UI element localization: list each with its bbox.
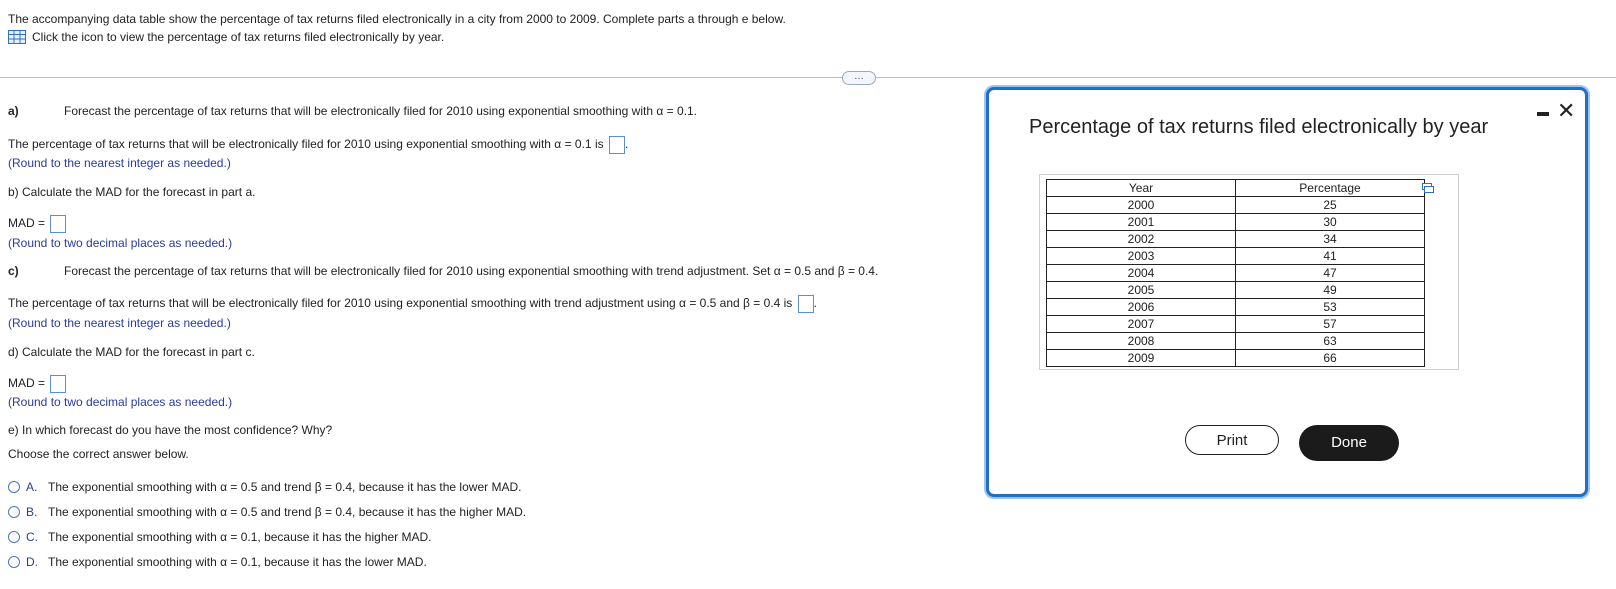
radio-button[interactable] (8, 556, 20, 568)
percentage-cell: 53 (1235, 298, 1425, 316)
year-cell: 2002 (1046, 230, 1236, 248)
option-text[interactable]: The exponential smoothing with α = 0.5 a… (48, 480, 521, 494)
expand-button[interactable]: … (842, 71, 876, 85)
option-letter: C. (26, 530, 38, 544)
part-e-prompt: e) In which forecast do you have the mos… (8, 423, 333, 437)
radio-button[interactable] (8, 531, 20, 543)
part-c-hint: (Round to the nearest integer as needed.… (8, 316, 231, 330)
percentage-cell: 41 (1235, 247, 1425, 265)
part-b-answer-row: MAD = (8, 215, 67, 233)
part-b-mad-input[interactable] (50, 215, 67, 233)
percentage-cell: 66 (1235, 349, 1425, 367)
intro-text: The accompanying data table show the per… (8, 12, 786, 26)
year-cell: 2008 (1046, 332, 1236, 350)
table-icon[interactable] (8, 30, 26, 44)
data-table-frame: Year Percentage 2000 25 2001 30 2002 34 200… (1039, 174, 1459, 370)
divider (0, 77, 1616, 78)
percentage-cell: 47 (1235, 264, 1425, 282)
year-cell: 2003 (1046, 247, 1236, 265)
part-c-answer-text: The percentage of tax returns that will … (8, 296, 793, 311)
percentage-cell: 25 (1235, 196, 1425, 214)
percentage-cell: 63 (1235, 332, 1425, 350)
percentage-cell: 34 (1235, 230, 1425, 248)
percentage-cell: 30 (1235, 213, 1425, 231)
part-d-answer-row: MAD = (8, 375, 67, 393)
option-a[interactable]: A. The exponential smoothing with α = 0.… (8, 480, 521, 494)
year-cell: 2006 (1046, 298, 1236, 316)
year-cell: 2001 (1046, 213, 1236, 231)
option-text[interactable]: The exponential smoothing with α = 0.5 a… (48, 505, 526, 519)
data-table-dialog: Percentage of tax returns filed electron… (986, 87, 1588, 497)
part-d-mad-input[interactable] (50, 375, 67, 393)
table-row: 2000 25 (1046, 196, 1425, 214)
year-cell: 2000 (1046, 196, 1236, 214)
done-button[interactable]: Done (1299, 425, 1399, 461)
year-cell: 2007 (1046, 315, 1236, 333)
part-a-answer-input[interactable] (608, 136, 625, 154)
option-b[interactable]: B. The exponential smoothing with α = 0.… (8, 505, 526, 519)
year-cell: 2005 (1046, 281, 1236, 299)
part-a-hint: (Round to the nearest integer as needed.… (8, 156, 231, 170)
radio-button[interactable] (8, 481, 20, 493)
part-b-prompt: b) Calculate the MAD for the forecast in… (8, 185, 256, 199)
part-b-mad-label: MAD = (8, 216, 46, 231)
column-header-percentage: Percentage (1235, 179, 1425, 197)
table-row: 2004 47 (1046, 264, 1425, 282)
option-letter: A. (26, 480, 38, 494)
table-row: 2005 49 (1046, 281, 1425, 299)
part-e-instruction: Choose the correct answer below. (8, 447, 189, 461)
part-a-answer-row: The percentage of tax returns that will … (8, 136, 628, 154)
table-header-row: Year Percentage (1046, 179, 1425, 197)
part-c-answer-row: The percentage of tax returns that will … (8, 295, 817, 313)
part-c-answer-input[interactable] (797, 295, 814, 313)
radio-button[interactable] (8, 506, 20, 518)
data-table-link-text[interactable]: Click the icon to view the percentage of… (32, 28, 444, 46)
copy-icon[interactable] (1422, 183, 1434, 193)
part-a-label: a) (8, 104, 19, 118)
table-row: 2001 30 (1046, 213, 1425, 231)
table-row: 2008 63 (1046, 332, 1425, 350)
table-row: 2007 57 (1046, 315, 1425, 333)
percentage-cell: 57 (1235, 315, 1425, 333)
option-d[interactable]: D. The exponential smoothing with α = 0.… (8, 555, 427, 569)
data-table: Year Percentage 2000 25 2001 30 2002 34 200… (1046, 179, 1425, 367)
option-letter: D. (26, 555, 38, 569)
part-d-hint: (Round to two decimal places as needed.) (8, 395, 233, 409)
data-table-link[interactable]: Click the icon to view the percentage of… (8, 28, 786, 46)
part-a-prompt: Forecast the percentage of tax returns t… (64, 104, 697, 118)
option-text[interactable]: The exponential smoothing with α = 0.1, … (48, 555, 427, 569)
percentage-cell: 49 (1235, 281, 1425, 299)
column-header-year: Year (1046, 179, 1236, 197)
year-cell: 2009 (1046, 349, 1236, 367)
table-row: 2002 34 (1046, 230, 1425, 248)
table-row: 2006 53 (1046, 298, 1425, 316)
dialog-title: Percentage of tax returns filed electron… (1029, 116, 1489, 138)
part-d-prompt: d) Calculate the MAD for the forecast in… (8, 345, 255, 359)
part-c-prompt: Forecast the percentage of tax returns t… (64, 264, 879, 278)
part-c-label: c) (8, 264, 19, 278)
table-row: 2003 41 (1046, 247, 1425, 265)
year-cell: 2004 (1046, 264, 1236, 282)
option-letter: B. (26, 505, 38, 519)
option-text[interactable]: The exponential smoothing with α = 0.1, … (48, 530, 432, 544)
option-c[interactable]: C. The exponential smoothing with α = 0.… (8, 530, 432, 544)
part-d-mad-label: MAD = (8, 376, 46, 391)
part-a-answer-text: The percentage of tax returns that will … (8, 137, 604, 152)
close-icon[interactable]: ✕ (1557, 100, 1575, 122)
minimize-icon[interactable] (1537, 112, 1549, 116)
part-b-hint: (Round to two decimal places as needed.) (8, 236, 233, 250)
table-row: 2009 66 (1046, 349, 1425, 367)
print-button[interactable]: Print (1185, 425, 1279, 455)
intro: The accompanying data table show the per… (8, 10, 786, 46)
